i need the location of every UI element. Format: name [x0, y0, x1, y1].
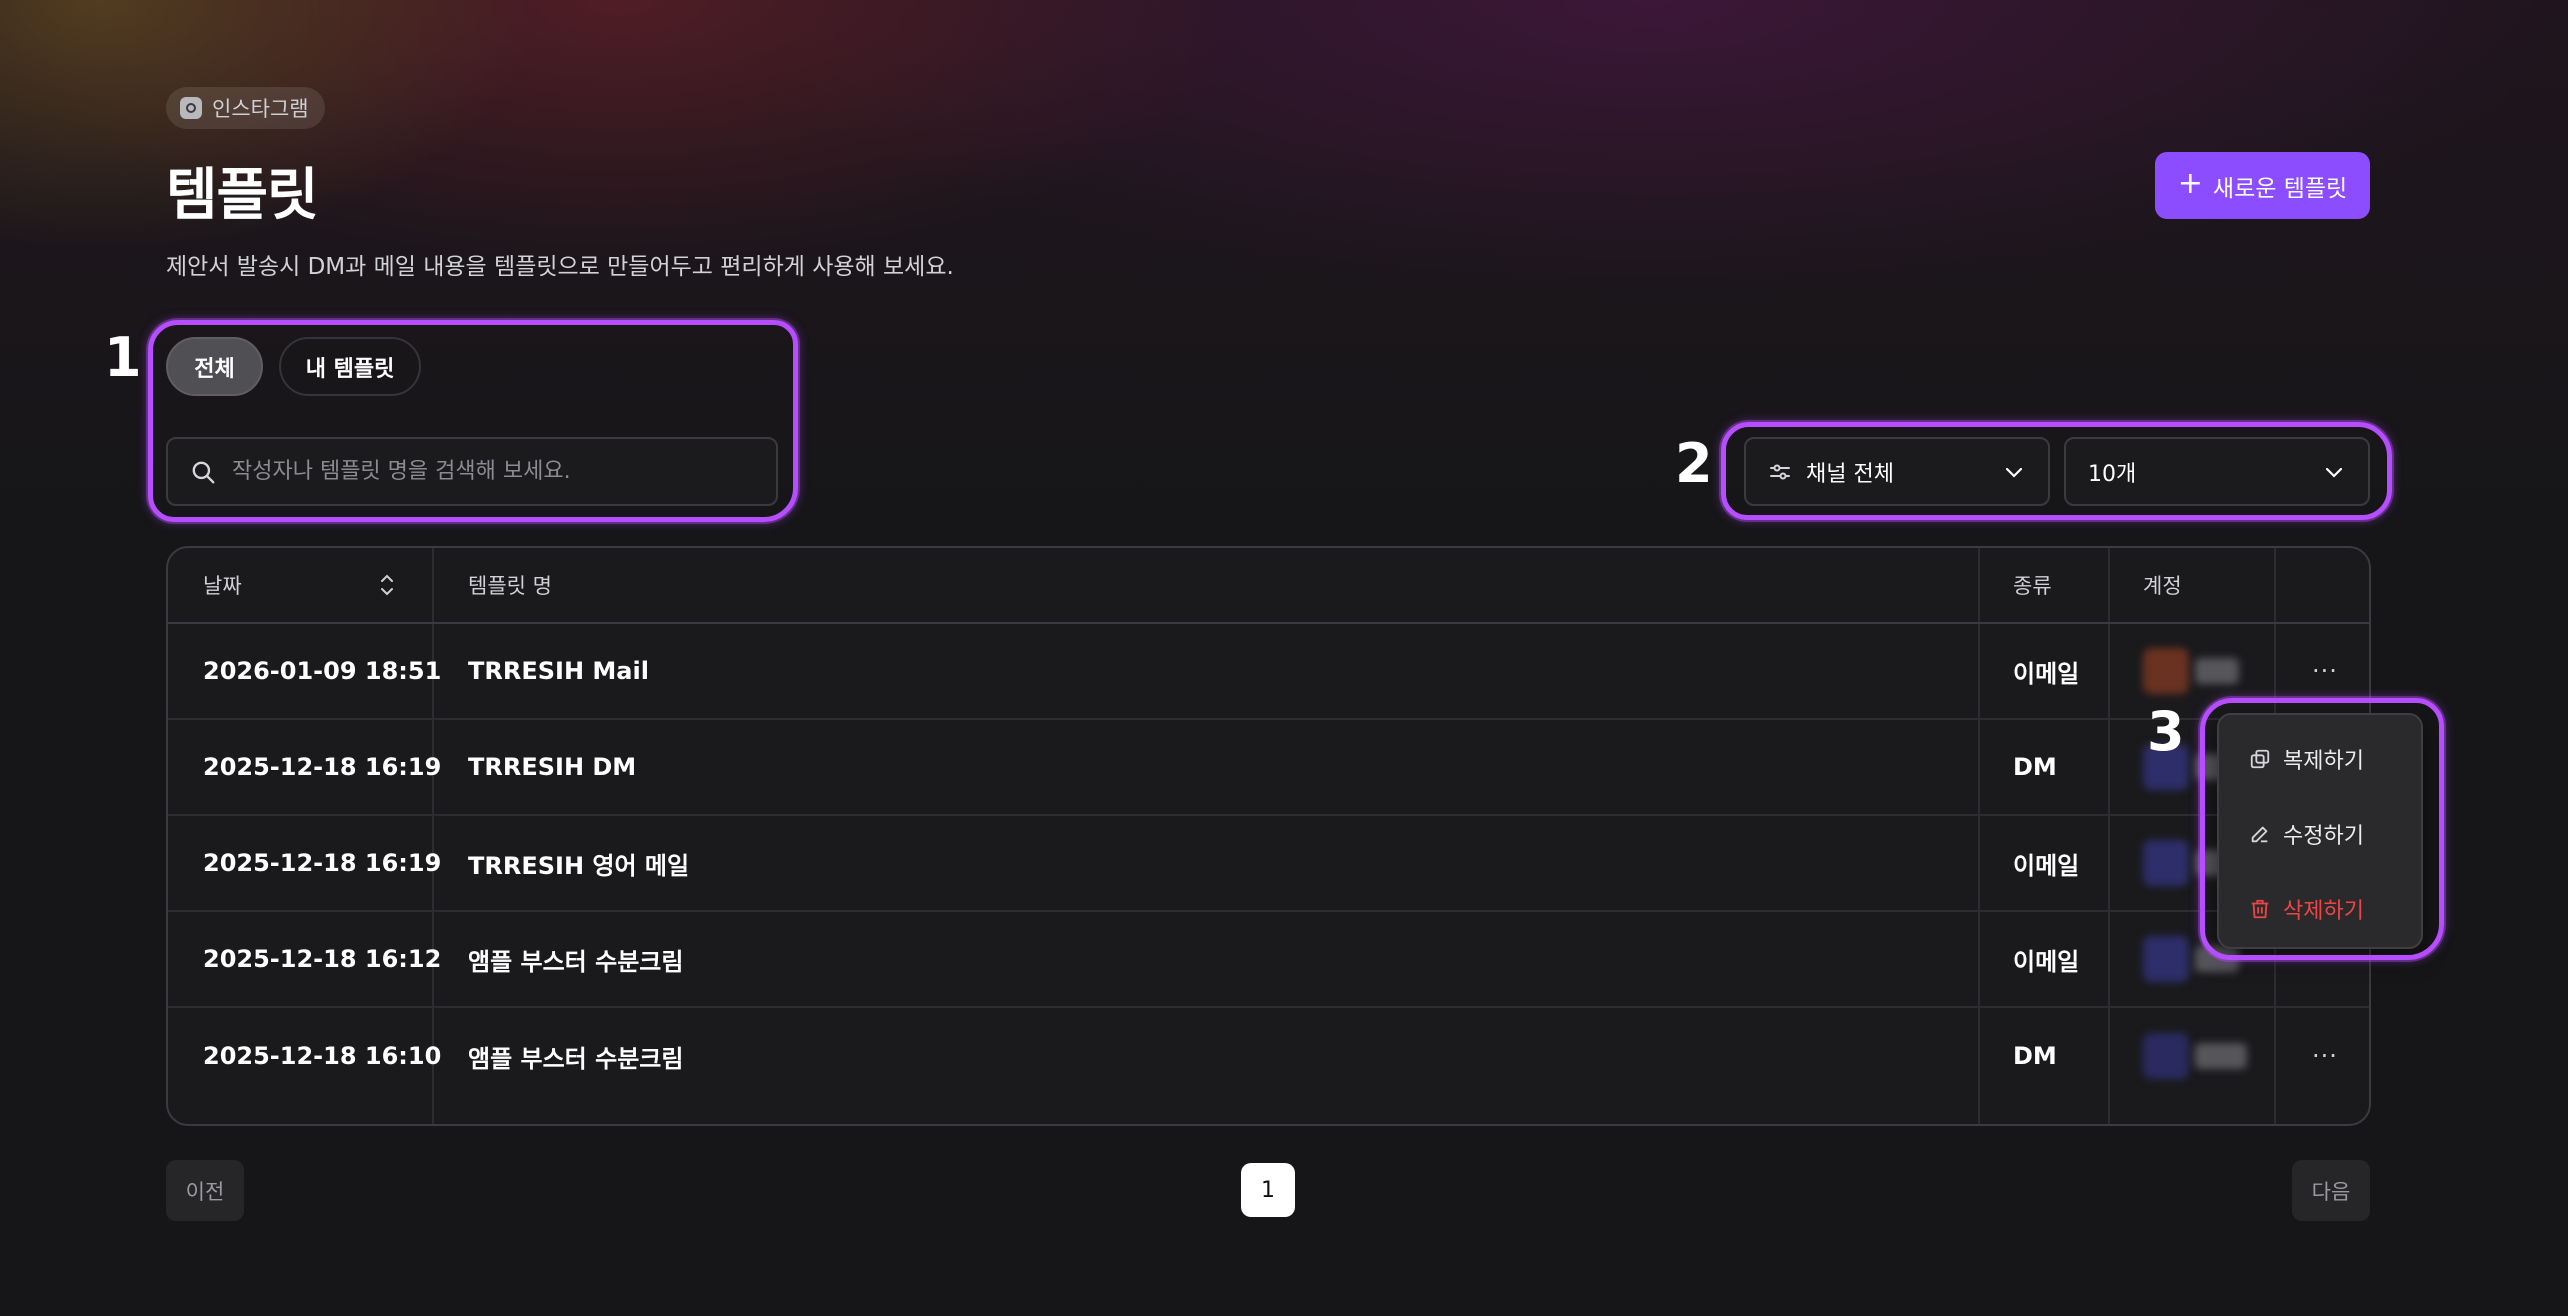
- tab-all-label: 전체: [194, 356, 235, 382]
- annotation-number-1: 1: [104, 326, 142, 389]
- channel-filter-value: 채널 전체: [1806, 461, 1894, 487]
- column-header-name: 템플릿 명: [468, 574, 552, 598]
- row-template-name: TRRESIH 영어 메일: [468, 851, 690, 880]
- tab-my-templates[interactable]: 내 템플릿: [279, 337, 421, 396]
- table-row[interactable]: 2025-12-18 16:19 TRRESIH DM DM ···: [168, 720, 2369, 816]
- row-date: 2025-12-18 16:19: [203, 849, 442, 877]
- annotation-number-3: 3: [2147, 700, 2185, 763]
- row-date: 2026-01-09 18:51: [203, 657, 442, 685]
- search-icon: [192, 461, 215, 483]
- row-template-name: TRRESIH DM: [468, 753, 637, 781]
- row-type: DM: [2013, 1042, 2057, 1070]
- row-type: 이메일: [2013, 659, 2080, 688]
- page-subtitle: 제안서 발송시 DM과 메일 내용을 템플릿으로 만들어두고 편리하게 사용해 …: [166, 254, 954, 280]
- account-name-blurred: [2195, 658, 2239, 684]
- search-box[interactable]: [166, 437, 778, 506]
- avatar: [2143, 840, 2189, 886]
- column-header-date[interactable]: 날짜: [203, 548, 242, 622]
- page-size-value: 10개: [2088, 461, 2137, 487]
- row-template-name: 앰플 부스터 수분크림: [468, 947, 684, 976]
- column-header-date-label: 날짜: [203, 574, 242, 598]
- channel-chip-label: 인스타그램: [212, 97, 309, 121]
- column-header-account: 계정: [2143, 574, 2182, 598]
- page-size-select[interactable]: 10개: [2064, 437, 2370, 506]
- previous-page-label: 이전: [185, 1179, 225, 1204]
- row-template-name: 앰플 부스터 수분크림: [468, 1044, 684, 1073]
- annotation-box-3: [2200, 698, 2444, 960]
- table-row[interactable]: 2026-01-09 18:51 TRRESIH Mail 이메일 ···: [168, 624, 2369, 720]
- table-row[interactable]: 2025-12-18 16:12 앰플 부스터 수분크림 이메일 ···: [168, 912, 2369, 1008]
- page-number-current[interactable]: 1: [1241, 1163, 1295, 1217]
- page-number-label: 1: [1261, 1177, 1275, 1203]
- next-page-button[interactable]: 다음: [2292, 1160, 2370, 1221]
- table-row[interactable]: 2025-12-18 16:19 TRRESIH 영어 메일 이메일 ···: [168, 816, 2369, 912]
- chevron-down-icon: [2325, 467, 2343, 478]
- channel-chip: 인스타그램: [166, 87, 325, 129]
- table-header-row: 날짜 템플릿 명 종류 계정: [168, 548, 2369, 624]
- new-template-button-label: 새로운 템플릿: [2212, 175, 2348, 202]
- row-account: [2143, 1008, 2247, 1104]
- sliders-icon: [1770, 464, 1790, 479]
- page-title: 템플릿: [166, 163, 319, 228]
- avatar: [2143, 936, 2189, 982]
- account-name-blurred: [2195, 1043, 2247, 1069]
- instagram-icon: [180, 97, 202, 119]
- row-template-name: TRRESIH Mail: [468, 657, 649, 685]
- table-row[interactable]: 2025-12-18 16:10 앰플 부스터 수분크림 DM ···: [168, 1008, 2369, 1104]
- next-page-label: 다음: [2311, 1179, 2351, 1204]
- previous-page-button[interactable]: 이전: [166, 1160, 244, 1221]
- channel-filter-select[interactable]: 채널 전체: [1744, 437, 2050, 506]
- row-date: 2025-12-18 16:19: [203, 753, 442, 781]
- row-more-button[interactable]: ···: [2312, 1008, 2338, 1104]
- avatar: [2143, 648, 2189, 694]
- tab-my-templates-label: 내 템플릿: [305, 356, 395, 382]
- column-header-type: 종류: [2013, 574, 2052, 598]
- tab-all[interactable]: 전체: [166, 337, 263, 396]
- avatar: [2143, 1033, 2189, 1079]
- sort-icon[interactable]: [378, 548, 396, 622]
- row-date: 2025-12-18 16:12: [203, 945, 442, 973]
- row-date: 2025-12-18 16:10: [203, 1042, 442, 1070]
- annotation-number-2: 2: [1675, 432, 1713, 495]
- row-type: 이메일: [2013, 851, 2080, 880]
- new-template-button[interactable]: + 새로운 템플릿: [2155, 152, 2370, 219]
- search-input[interactable]: [232, 459, 776, 484]
- row-type: 이메일: [2013, 947, 2080, 976]
- row-type: DM: [2013, 753, 2057, 781]
- plus-icon: +: [2177, 166, 2203, 201]
- templates-table: 날짜 템플릿 명 종류 계정 2026-01-09 18:51 TRRESIH …: [166, 546, 2371, 1126]
- chevron-down-icon: [2005, 467, 2023, 478]
